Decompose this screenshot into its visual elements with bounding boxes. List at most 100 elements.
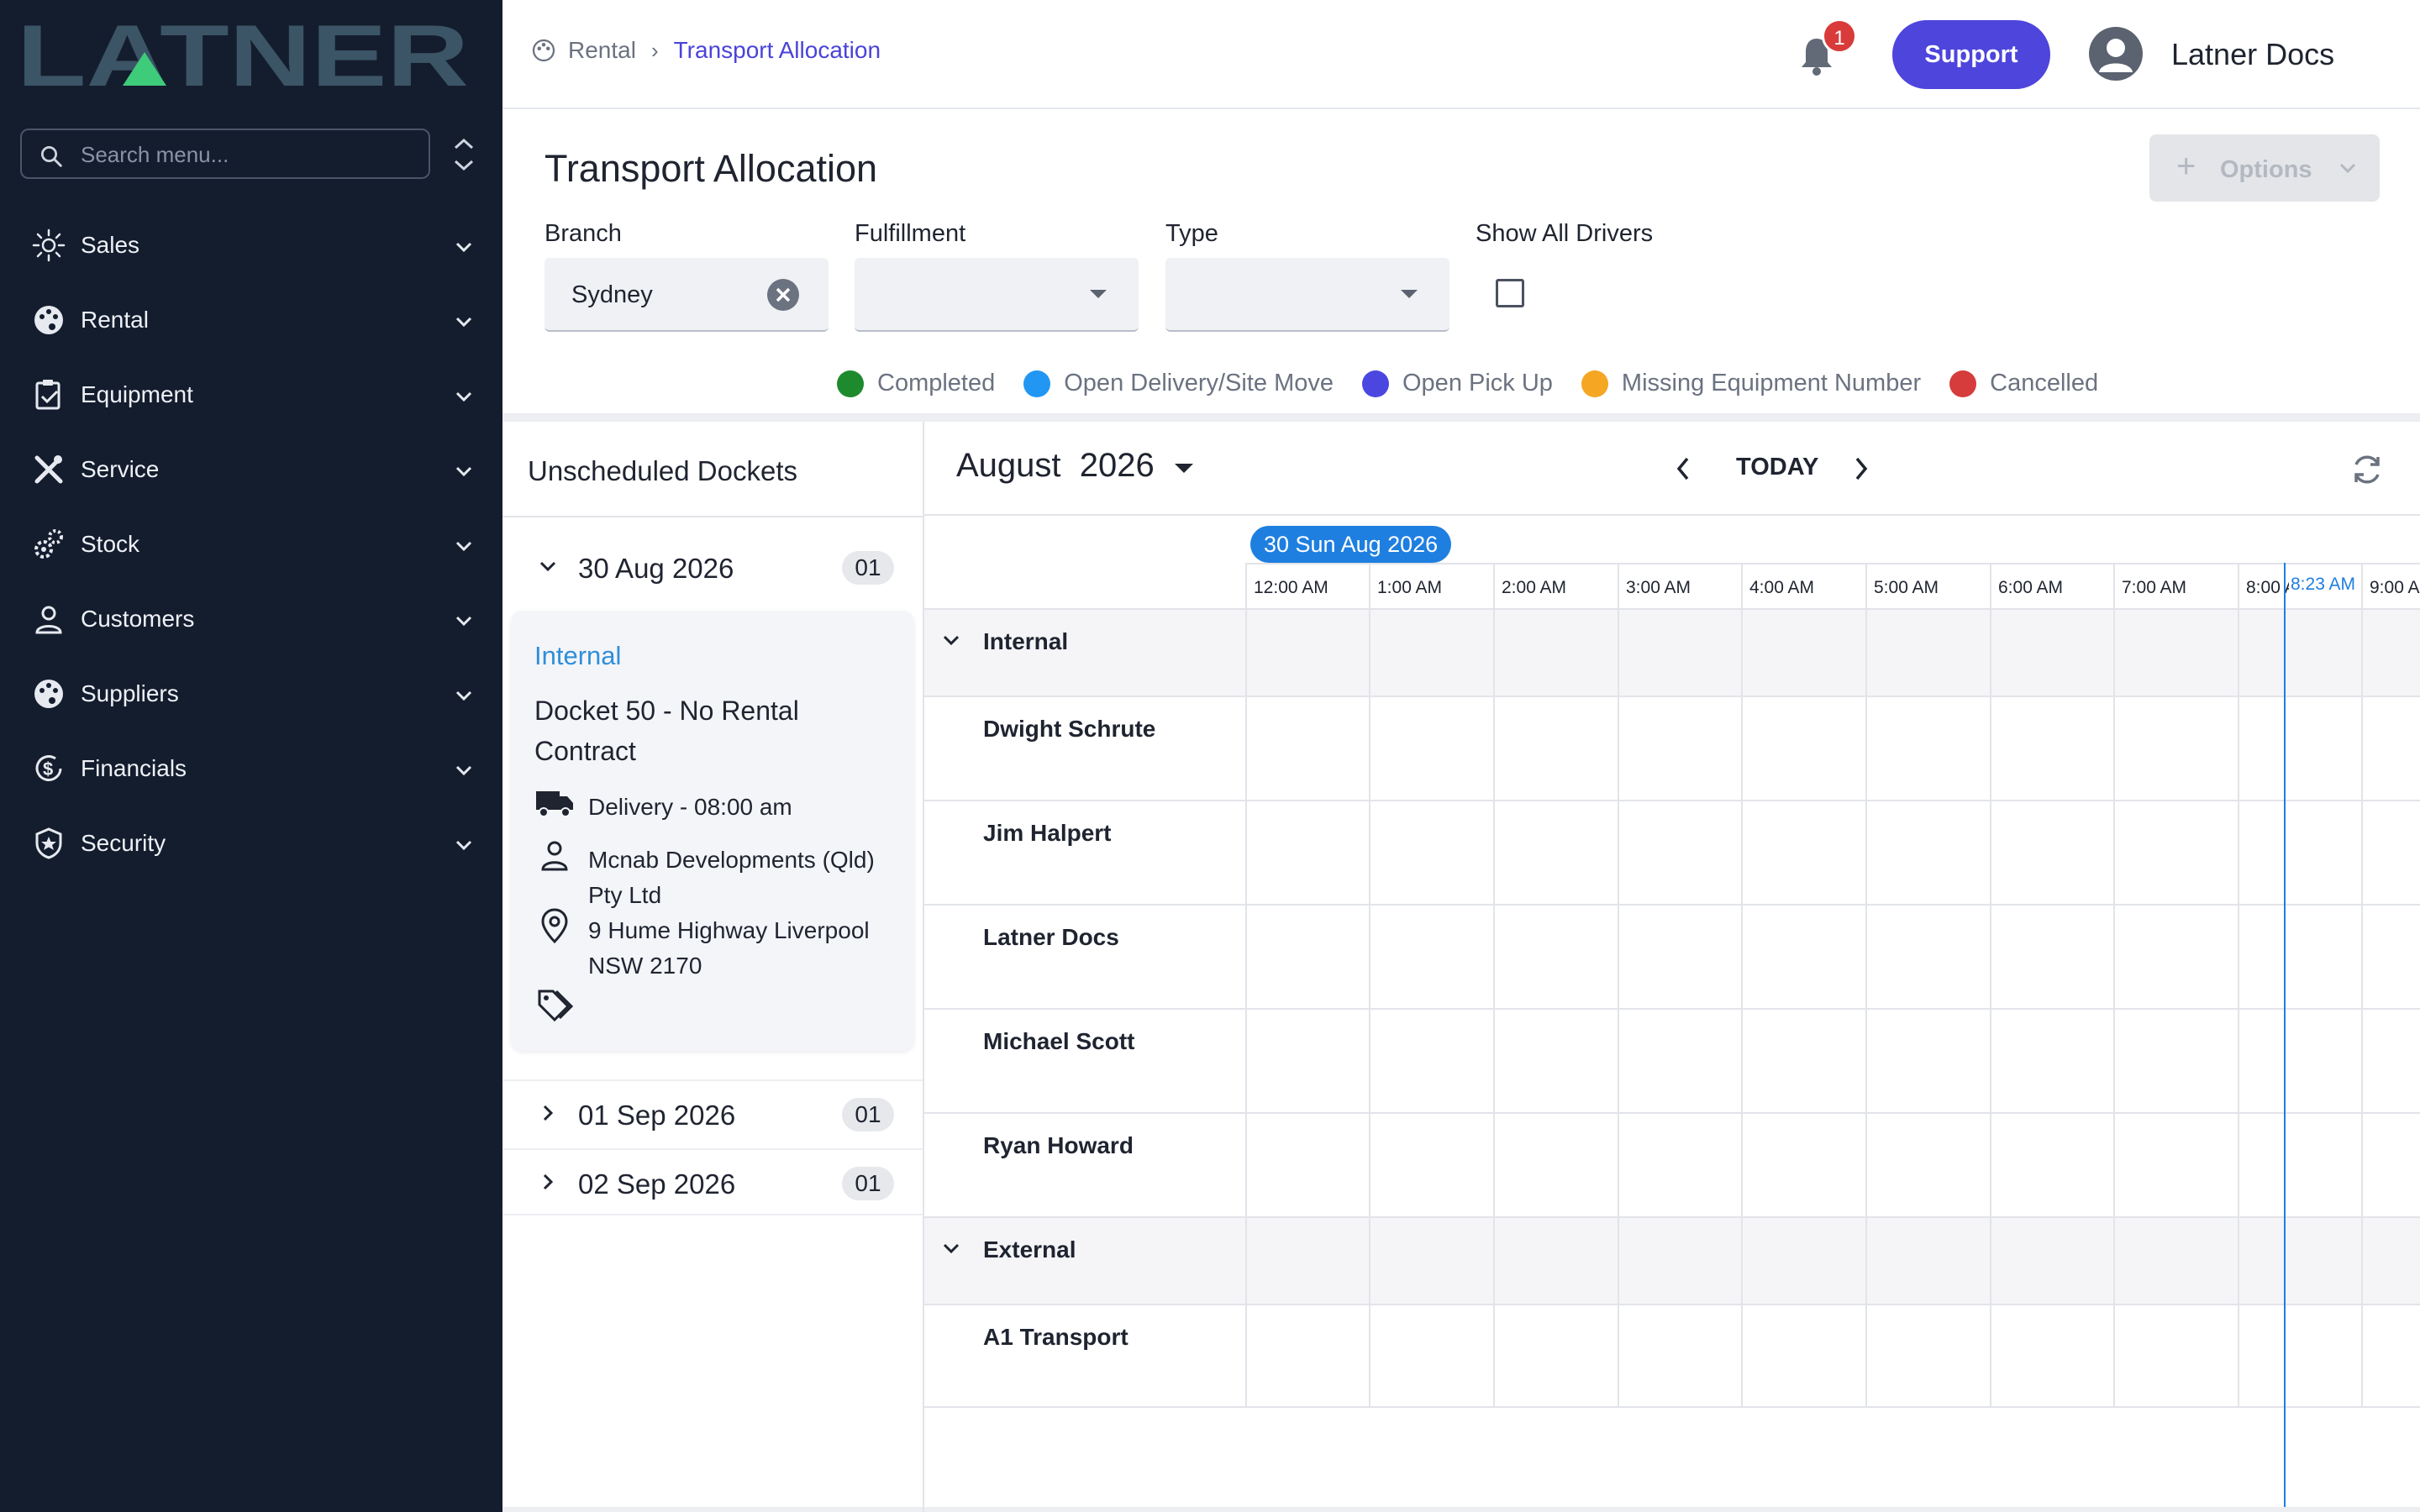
today-button[interactable]: TODAY (1736, 454, 1818, 481)
grid-line (1245, 906, 1247, 1008)
plus-icon: + (2176, 148, 2196, 185)
sidebar-item-label: Rental (81, 307, 149, 333)
sidebar-item-sales[interactable]: Sales (0, 212, 502, 279)
month-year-picker[interactable]: August 2026 (956, 447, 1155, 485)
date-group-count: 01 (842, 1098, 894, 1131)
collapse-menu-icon[interactable] (450, 136, 477, 173)
resource-row[interactable]: A1 Transport (924, 1304, 2420, 1408)
chevron-down-icon[interactable] (939, 1236, 963, 1260)
time-slot: 5:00 AM (1865, 564, 1939, 610)
options-button[interactable]: + Options (2149, 134, 2380, 202)
time-slot: 3:00 AM (1618, 564, 1691, 610)
scheduler: August 2026 TODAY 30 Sun Aug 2026 12:00 … (924, 422, 2420, 1512)
resource-group-internal[interactable]: Internal (924, 608, 2420, 696)
sidebar-item-stock[interactable]: Stock (0, 511, 502, 578)
chevron-down-icon (455, 840, 472, 851)
scheduler-grid: 30 Sun Aug 2026 12:00 AM 1:00 AM 2:00 AM… (924, 517, 2420, 1512)
sidebar-item-label: Stock (81, 531, 140, 557)
sidebar-item-label: Service (81, 456, 160, 482)
search-box[interactable] (20, 129, 430, 179)
resource-row[interactable]: Dwight Schrute (924, 696, 2420, 800)
type-select[interactable] (1165, 258, 1449, 332)
resource-label: Latner Docs (983, 924, 1119, 950)
chevron-left-icon[interactable] (1669, 452, 1697, 486)
sidebar-item-security[interactable]: Security (0, 810, 502, 877)
breadcrumb-current[interactable]: Transport Allocation (674, 37, 881, 64)
grid-line (1865, 608, 1867, 1408)
avatar[interactable] (2089, 27, 2143, 81)
legend-label: Missing Equipment Number (1621, 370, 1922, 396)
resource-label: Ryan Howard (983, 1132, 1134, 1158)
grid-line (1245, 1010, 1247, 1112)
breadcrumb-rental-link[interactable]: Rental (568, 37, 636, 64)
show-all-drivers-checkbox[interactable] (1496, 279, 1524, 307)
resource-row[interactable]: Latner Docs (924, 904, 2420, 1008)
user-name[interactable]: Latner Docs (2171, 37, 2334, 72)
unscheduled-dockets-panel: Unscheduled Dockets 30 Aug 2026 01 Inter… (502, 422, 924, 1512)
sidebar-item-rental[interactable]: Rental (0, 286, 502, 354)
chevron-down-icon[interactable] (939, 628, 963, 652)
sidebar-item-label: Suppliers (81, 680, 179, 706)
branch-select[interactable]: Sydney (544, 258, 829, 332)
location-pin-icon (541, 908, 568, 944)
status-dot (1949, 370, 1977, 397)
time-label: 6:00 AM (1998, 578, 2064, 597)
chevron-right-icon[interactable] (1847, 452, 1876, 486)
time-slot: 8:00 AM (2238, 564, 2311, 610)
dropdown-caret-icon (1401, 290, 1418, 298)
grid-line (1245, 1218, 1247, 1304)
grid-line (1741, 608, 1743, 1408)
docket-customer-text: Mcnab Developments (Qld) Pty Ltd (588, 847, 875, 908)
time-slot: 7:00 AM (2113, 564, 2186, 610)
branch-value: Sydney (571, 281, 653, 308)
time-label: 3:00 AM (1626, 578, 1691, 597)
sidebar-item-label: Security (81, 830, 166, 856)
docket-type: Internal (534, 641, 622, 670)
sidebar-item-service[interactable]: Service (0, 436, 502, 503)
date-group-02-sep[interactable]: 02 Sep 2026 01 (502, 1148, 923, 1215)
date-group-01-sep[interactable]: 01 Sep 2026 01 (502, 1079, 923, 1147)
resource-label: Dwight Schrute (983, 716, 1156, 742)
support-button[interactable]: Support (1892, 20, 2050, 89)
time-slot: 6:00 AM (1990, 564, 2063, 610)
date-group-label: 01 Sep 2026 (578, 1100, 736, 1131)
sidebar-item-customers[interactable]: Customers (0, 585, 502, 653)
time-label: 5:00 AM (1874, 578, 1939, 597)
fulfillment-label: Fulfillment (855, 220, 966, 247)
grid-line (1369, 608, 1370, 1408)
chevron-right-icon (543, 1173, 554, 1190)
sidebar-item-financials[interactable]: $ Financials (0, 735, 502, 802)
date-group-label: 02 Sep 2026 (578, 1168, 736, 1200)
time-label: 2:00 AM (1502, 578, 1567, 597)
grid-line (2238, 608, 2239, 1408)
chevron-down-icon (455, 616, 472, 627)
svg-text:$: $ (43, 759, 53, 780)
current-time-indicator (2284, 563, 2286, 1507)
grid-line (1245, 1305, 1247, 1406)
legend-open-pickup: Open Pick Up (1362, 370, 1553, 397)
sidebar-item-equipment[interactable]: Equipment (0, 361, 502, 428)
resource-row[interactable]: Michael Scott (924, 1008, 2420, 1112)
resource-group-external[interactable]: External (924, 1216, 2420, 1304)
docket-card[interactable]: Internal Docket 50 - No Rental Contract … (511, 611, 914, 1051)
docket-delivery-text: Delivery - 08:00 am (588, 794, 792, 820)
current-time-label: 8:23 AM (2289, 575, 2358, 595)
date-group-30-aug[interactable]: 30 Aug 2026 01 (502, 534, 923, 601)
latner-logo[interactable]: LATNER (17, 18, 471, 94)
refresh-icon[interactable] (2348, 450, 2386, 489)
resource-row[interactable]: Jim Halpert (924, 800, 2420, 904)
grid-line (1245, 801, 1247, 904)
tag-icon[interactable] (534, 984, 575, 1025)
fulfillment-select[interactable] (855, 258, 1139, 332)
resource-row[interactable]: Ryan Howard (924, 1112, 2420, 1216)
sidebar-item-suppliers[interactable]: Suppliers (0, 660, 502, 727)
grid-line (1618, 608, 1619, 1408)
notification-badge: 1 (1822, 18, 1857, 54)
time-label: 1:00 AM (1377, 578, 1443, 597)
clear-icon[interactable] (766, 278, 800, 312)
search-input[interactable] (81, 139, 417, 171)
grid-line (2113, 608, 2115, 1408)
time-label: 12:00 AM (1254, 578, 1328, 597)
resource-label: Internal (983, 628, 1069, 654)
dropdown-caret-icon[interactable] (1175, 464, 1193, 473)
